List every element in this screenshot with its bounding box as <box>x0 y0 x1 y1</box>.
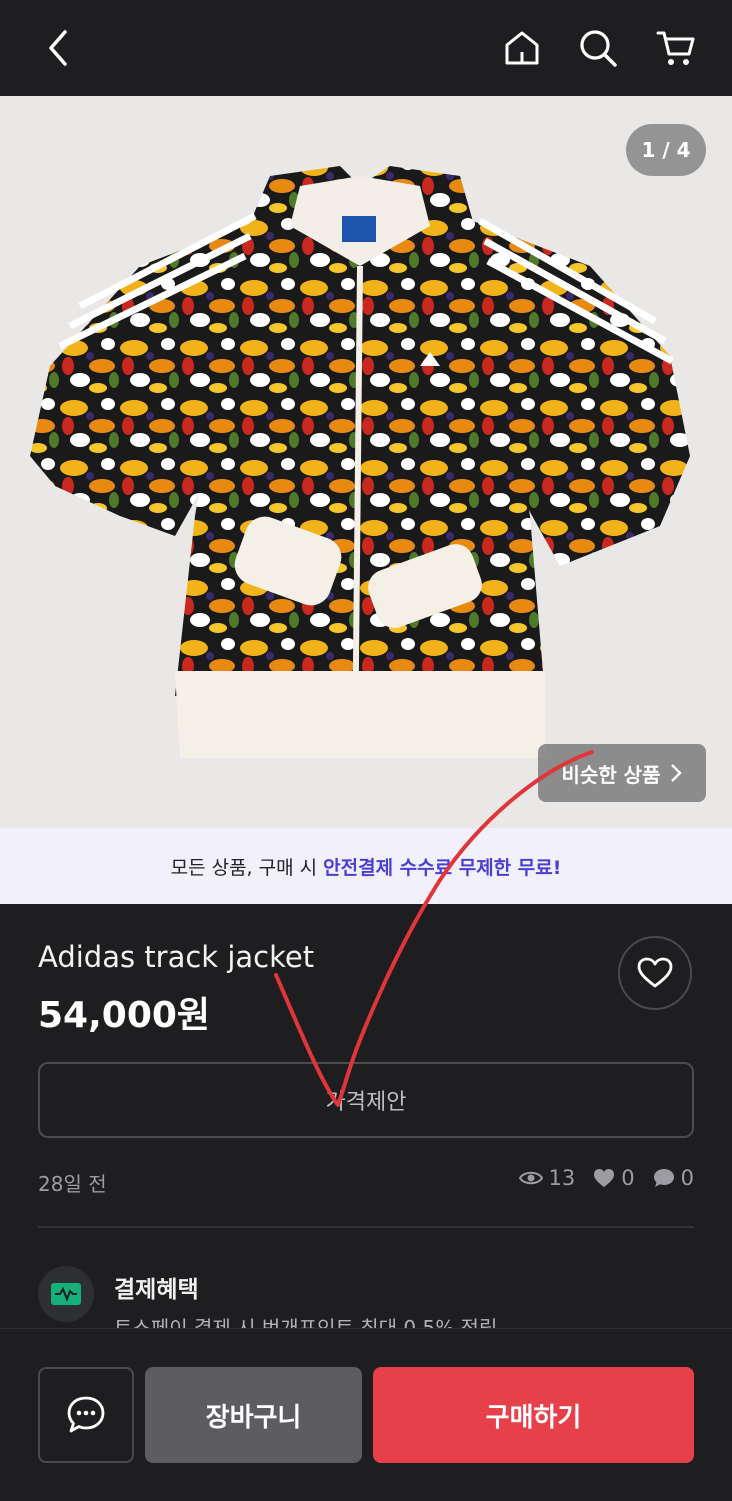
back-icon[interactable] <box>34 24 82 72</box>
heart-icon <box>637 957 673 988</box>
posted-time: 28일 전 <box>38 1172 107 1196</box>
chats-count: 0 <box>680 1166 694 1190</box>
views-count: 13 <box>548 1166 576 1190</box>
pay-icon <box>38 1266 94 1322</box>
promo-text: 모든 상품, 구매 시 <box>170 856 318 879</box>
divider <box>38 1226 694 1228</box>
heart-filled-icon <box>594 1169 615 1187</box>
promo-banner[interactable]: 모든 상품, 구매 시 안전결제 수수료 무제한 무료! <box>0 828 732 904</box>
bottom-action-bar: 장바구니 구매하기 <box>0 1328 732 1501</box>
similar-products-button[interactable]: 비슷한 상품 <box>538 744 706 802</box>
price-offer-button[interactable]: 가격제안 <box>38 1062 694 1138</box>
top-bar <box>0 0 732 96</box>
views-stat: 13 <box>518 1166 576 1190</box>
search-icon[interactable] <box>574 24 622 72</box>
likes-count: 0 <box>621 1166 635 1190</box>
chat-icon <box>67 1396 105 1433</box>
likes-stat: 0 <box>593 1166 635 1190</box>
chevron-right-icon <box>671 764 683 782</box>
like-button[interactable] <box>618 936 692 1010</box>
benefit-title: 결제혜택 <box>114 1277 199 1303</box>
promo-highlight: 안전결제 수수료 무제한 무료! <box>323 856 562 879</box>
home-icon[interactable] <box>498 24 546 72</box>
eye-icon <box>518 1171 543 1185</box>
similar-products-label: 비슷한 상품 <box>561 762 661 787</box>
product-image[interactable]: 1 / 4 비슷한 상품 <box>0 96 732 828</box>
chats-stat: 0 <box>653 1166 694 1190</box>
stats: 13 0 0 <box>509 1166 694 1190</box>
chat-button[interactable] <box>38 1367 134 1463</box>
product-price: 54,000원 <box>38 995 211 1036</box>
chat-bubble-icon <box>653 1169 674 1187</box>
add-to-cart-button[interactable]: 장바구니 <box>145 1367 362 1463</box>
product-title: Adidas track jacket <box>38 940 315 974</box>
buy-button[interactable]: 구매하기 <box>373 1367 694 1463</box>
cart-icon[interactable] <box>652 24 700 72</box>
jacket-image <box>30 166 690 759</box>
image-counter: 1 / 4 <box>626 124 706 176</box>
